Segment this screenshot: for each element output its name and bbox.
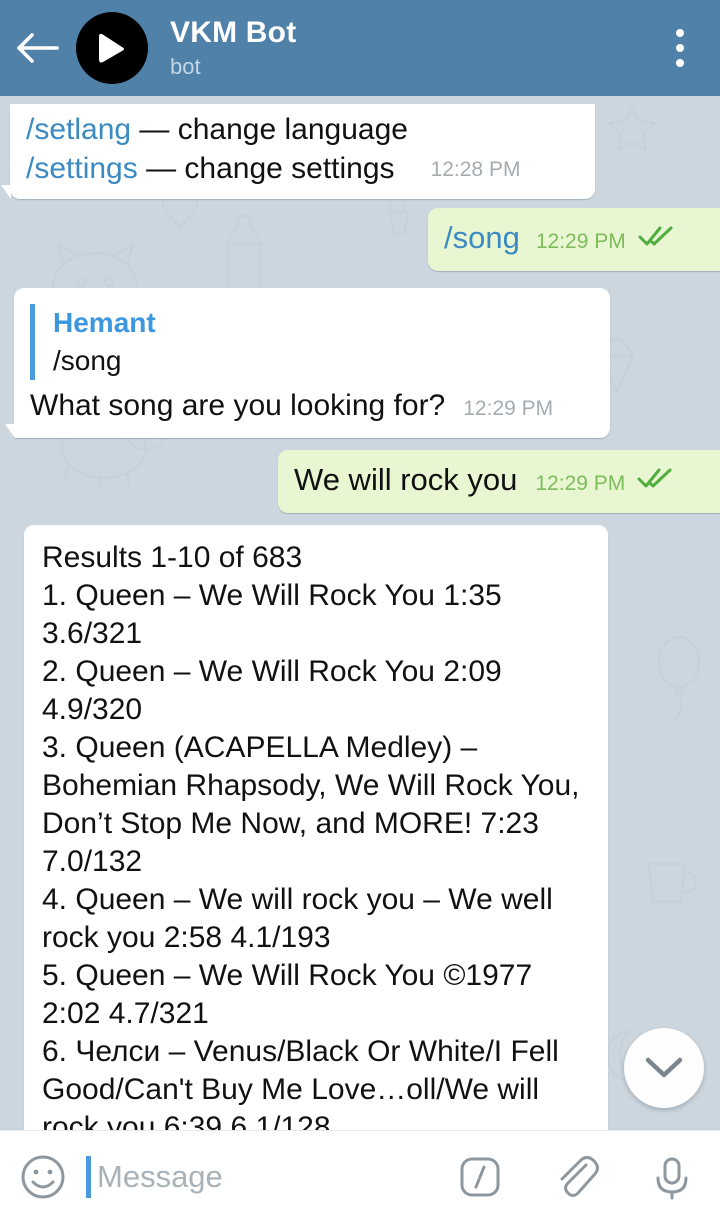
double-check-icon bbox=[637, 468, 672, 488]
results-line: rock you 2:58 4.1/193 bbox=[42, 921, 331, 954]
paperclip-icon bbox=[560, 1155, 599, 1197]
message-timestamp: 12:29 PM bbox=[463, 397, 554, 420]
chat-header: VKM Bot bot bbox=[0, 0, 720, 96]
message-bubble-query[interactable]: We will rock you 12:29 PM bbox=[278, 450, 720, 513]
results-line: 6. Челси – Venus/Black Or White/I Fell bbox=[42, 1035, 559, 1068]
reply-quote-text: /song bbox=[53, 345, 122, 376]
bubble-tail bbox=[1, 185, 11, 199]
results-line: 2:02 4.7/321 bbox=[42, 997, 209, 1030]
message-row: /song 12:29 PM bbox=[444, 218, 712, 261]
results-line: 4. Queen – We will rock you – We well bbox=[42, 883, 553, 916]
voice-record-button[interactable] bbox=[624, 1151, 720, 1203]
results-line: Bohemian Rhapsody, We Will Rock You, bbox=[42, 769, 580, 802]
overflow-menu-button[interactable] bbox=[640, 0, 720, 96]
message-timestamp: 12:29 PM bbox=[535, 230, 626, 253]
message-timestamp: 12:29 PM bbox=[535, 472, 626, 495]
bubble-tail bbox=[5, 424, 15, 438]
results-list: 1. Queen – We Will Rock You 1:35 3.6/321 2… bbox=[42, 577, 590, 1135]
command-link-settings[interactable]: /settings bbox=[26, 152, 138, 185]
command-line-2: /settings — change settings 12:28 PM bbox=[26, 149, 579, 191]
message-input-placeholder: Message bbox=[97, 1158, 223, 1194]
back-arrow-icon bbox=[17, 33, 59, 63]
results-line: 7.0/132 bbox=[42, 845, 143, 878]
emoji-button[interactable] bbox=[0, 1151, 86, 1203]
results-line: 5. Queen – We Will Rock You ©1977 bbox=[42, 959, 533, 992]
message-bubble-reply[interactable]: Hemant /song What song are you looking f… bbox=[5, 288, 610, 438]
reply-quote[interactable]: Hemant /song bbox=[30, 304, 594, 380]
message-input-field[interactable]: Message bbox=[86, 1131, 432, 1222]
command-desc-2: — change settings bbox=[137, 152, 395, 185]
results-line: 1. Queen – We Will Rock You 1:35 bbox=[42, 579, 502, 612]
message-text: /song bbox=[444, 220, 520, 255]
results-line: 3.6/321 bbox=[42, 617, 143, 650]
chat-title: VKM Bot bbox=[170, 16, 297, 49]
smiley-icon bbox=[21, 1155, 65, 1198]
avatar[interactable] bbox=[76, 12, 148, 84]
message-text: We will rock you bbox=[294, 462, 518, 497]
play-triangle-avatar-icon bbox=[99, 33, 124, 63]
overflow-menu-icon-dot bbox=[676, 29, 684, 37]
command-line-1: /setlang — change language bbox=[26, 110, 579, 149]
message-bubble-results[interactable]: Results 1-10 of 683 1. Queen – We Will R… bbox=[24, 525, 608, 1135]
message-row: We will rock you 12:29 PM bbox=[294, 460, 714, 503]
telegram-chat-screen: VKM Bot bot /setlang — change language /… bbox=[0, 0, 720, 1222]
command-link-setlang[interactable]: /setlang bbox=[26, 113, 131, 146]
overflow-menu-icon-dot bbox=[676, 59, 684, 67]
chevron-down-icon bbox=[645, 1057, 683, 1078]
message-row: What song are you looking for? 12:29 PM bbox=[30, 386, 594, 428]
message-input-bar: Message bbox=[0, 1130, 720, 1222]
results-line: Good/Can't Buy Me Love…oll/We will bbox=[42, 1073, 540, 1106]
slash-command-icon bbox=[460, 1157, 500, 1196]
results-line: 2. Queen – We Will Rock You 2:09 bbox=[42, 655, 502, 688]
read-status bbox=[637, 461, 673, 500]
chat-subtitle: bot bbox=[170, 54, 201, 79]
slash-command-button[interactable] bbox=[432, 1151, 528, 1203]
scroll-to-bottom-button[interactable] bbox=[624, 1028, 704, 1108]
overflow-menu-icon-dot bbox=[676, 44, 684, 52]
header-text-block[interactable]: VKM Bot bot bbox=[170, 15, 296, 81]
back-button[interactable] bbox=[0, 0, 74, 96]
command-desc-1: — change language bbox=[131, 113, 408, 146]
results-line: Don’t Stop Me Now, and MORE! 7:23 bbox=[42, 807, 539, 840]
results-heading: Results 1-10 of 683 bbox=[42, 541, 303, 574]
message-text: What song are you looking for? bbox=[30, 389, 446, 422]
read-status bbox=[638, 219, 674, 258]
double-check-icon bbox=[638, 226, 673, 246]
results-line: 4.9/320 bbox=[42, 693, 143, 726]
results-line: 3. Queen (ACAPELLA Medley) – bbox=[42, 731, 478, 764]
reply-quote-author: Hemant bbox=[53, 307, 156, 338]
microphone-icon bbox=[656, 1157, 688, 1199]
attach-button[interactable] bbox=[528, 1151, 624, 1203]
message-timestamp: 12:28 PM bbox=[430, 158, 521, 181]
text-cursor bbox=[86, 1155, 91, 1198]
message-bubble-song-command[interactable]: /song 12:29 PM bbox=[428, 208, 720, 271]
message-bubble-commands[interactable]: /setlang — change language /settings — c… bbox=[1, 104, 595, 199]
